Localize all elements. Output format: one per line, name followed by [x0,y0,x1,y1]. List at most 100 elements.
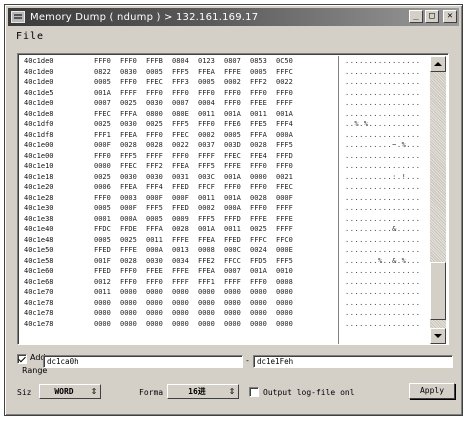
hex-word: FFE4 [250,151,267,160]
start-address-input[interactable]: dc1ca0h [43,355,243,368]
hex-word: FFF0 [146,130,163,139]
hex-word: 0012 [94,277,111,286]
size-select[interactable]: WORD ⇕ [39,384,101,399]
dump-row[interactable]: 40c1e58 001F 0028 0030 0034 FFE2 FFCC FFD5 FFF5 [20,256,336,267]
hex-word: FFF5 [146,204,163,212]
range-separator: - [246,356,249,365]
menu-file[interactable]: File [8,31,52,42]
hex-word: FFF2 [250,78,267,86]
row-address: 40c1de8 [24,109,54,118]
dump-row[interactable]: 40c1df8 FFF1 FFEA FFF0 FFEC 0002 0005 FFFA 000A [20,130,336,141]
hex-word: FFF0 [120,267,137,275]
hex-word: 0000 [198,298,215,307]
dump-row[interactable]: 40c1e00 FFF0 FFF5 FFFF FFF0 FFFF FFEC FFE4 FFFD [20,151,336,162]
hex-word: 0000 [94,162,111,170]
dump-row[interactable]: 40c1de0 0007 0025 0030 0007 0004 FFF0 FFEE FFFF [20,98,336,109]
dump-row[interactable]: 40c1e38 0001 000A 0005 0009 FFF5 FFFD FFFE FFFE [20,214,336,225]
minimize-button[interactable]: _ [409,10,423,23]
hex-word: FFFC [250,235,267,244]
hex-dump-area[interactable]: 40c1de0 FFF0 FFF0 FFFB 0804 0123 0807 0853 0C50 4… [20,56,336,344]
title-bar[interactable]: Memory Dump ( ndump ) > 132.161.169.17 _… [8,8,459,26]
hex-word: 0000 [120,298,137,307]
scroll-up-button[interactable] [430,56,446,72]
address-range-checkbox[interactable] [17,354,27,364]
hex-word: FFFD [224,214,241,223]
dump-row[interactable]: 40c1e68 0012 FFF0 FFF0 FFFF FFF1 FFFF FFF0 0008 [20,277,336,288]
dump-row[interactable]: 40c1de0 0822 0830 0005 FFF5 FFEA FFFE 0005 FFFC [20,67,336,78]
ascii-row: ................ [345,88,421,97]
dump-controls: Addr Range dc1ca0h - dc1e1Feh Siz WORD ⇕… [17,353,457,413]
hex-word: 0004 [198,99,215,107]
row-address: 40c1de0 [24,99,54,107]
dump-row[interactable]: 40c1e40 FFDC FFDE FFFA 0028 001A 0011 0025 FFFF [20,224,336,235]
dump-row[interactable]: 40c1e28 FFF0 0003 000F 000F 0011 001A 0028 000F [20,193,336,204]
dump-row[interactable]: 40c1e50 FFED FFFE 000A 0013 0008 000C 0024 000E [20,245,336,256]
format-select[interactable]: 16进 ⇕ [167,384,239,399]
hex-word: 0000 [224,288,241,296]
hex-word: FFF5 [276,256,293,265]
hex-word: 0011 [94,288,111,296]
ascii-row: ................ [345,162,421,170]
arrow-up-icon [434,62,442,66]
hex-word: 0C50 [276,57,293,65]
hex-word: 0005 [94,204,111,212]
hex-word: 001A [250,267,267,275]
end-address-input[interactable]: dc1e1Feh [253,355,453,368]
dump-row[interactable]: 40c1df0 0025 0030 0025 FFF5 FFF0 FFE6 FFE5 FFF4 [20,119,336,130]
hex-word: FFF0 [250,88,267,97]
dump-row[interactable]: 40c1e78 0000 0000 0000 0000 0000 0000 0000 0000 [20,319,336,330]
dump-row[interactable]: 40c1e60 FFED FFF0 FFEE FFFE FFEA 0007 001A 0010 [20,266,336,277]
hex-word: 0007 [172,99,189,107]
ascii-dump-area[interactable]: ........................................… [338,56,430,344]
scroll-down-button[interactable] [430,328,446,344]
hex-word: FFEE [146,267,163,275]
hex-word: 0025 [146,120,163,128]
hex-word: 0037 [198,141,215,149]
dump-row[interactable]: 40c1de8 FFEC FFFA 0800 080E 0011 001A 0011 001A [20,109,336,120]
ascii-row: ................ [345,277,421,286]
hex-word: 0000 [276,309,293,317]
hex-word: 0022 [276,78,293,86]
hex-word: FFEA [198,67,215,76]
output-log-checkbox[interactable] [249,387,259,397]
hex-word: FFF5 [172,120,189,128]
dump-row[interactable]: 40c1e48 0005 0025 0011 FFFE FFEA FFED FFFC FFC0 [20,235,336,246]
dump-row[interactable]: 40c1e18 0025 0030 0030 0031 003C 001A 0000 0021 [20,172,336,183]
hex-word: 0005 [198,78,215,86]
hex-word: FFE2 [198,256,215,265]
dump-row[interactable]: 40c1de5 001A FFFF FFF0 FFF0 FFF0 FFF0 FFF0 FFF0 [20,88,336,99]
hex-word: FFF0 [224,183,241,191]
memory-dump-view[interactable]: 40c1de0 FFF0 FFF0 FFFB 0804 0123 0807 0853 0C50 4… [17,53,449,345]
apply-button[interactable]: Apply [409,383,455,399]
dump-row[interactable]: 40c1e30 0005 000F FFF5 FFED 0002 000A FFF0 FFFF [20,203,336,214]
window-title: Memory Dump ( ndump ) > 132.161.169.17 [30,11,259,23]
dump-row[interactable]: 40c1e70 0011 0000 0000 0000 0000 0000 0000 0000 [20,287,336,298]
ascii-row: ................ [345,235,421,244]
hex-word: 0007 [94,99,111,107]
dump-row[interactable]: 40c1e10 0000 FFEC FFF2 FFEA FFF5 FFFE FFF0 FFF0 [20,161,336,172]
hex-word: FFFF [146,151,163,160]
hex-word: 0028 [250,193,267,202]
hex-word: 0000 [224,319,241,328]
vertical-scrollbar[interactable] [430,56,446,344]
scroll-thumb[interactable] [430,262,446,320]
hex-word: FFF0 [94,57,111,65]
dump-row[interactable]: 40c1de0 0005 FFF0 FFEC FFF3 0005 0002 FFF2 0022 [20,77,336,88]
dump-row[interactable]: 40c1e78 0000 0000 0000 0000 0000 0000 0000 0000 [20,308,336,319]
hex-word: FFF3 [172,78,189,86]
hex-word: 0011 [250,109,267,118]
dump-row[interactable]: 40c1e00 000F 0028 0028 0022 0037 003D 0028 FFF5 [20,140,336,151]
dump-row[interactable]: 40c1e78 0000 0000 0000 0000 0000 0000 0000 0000 [20,298,336,309]
dump-row[interactable]: 40c1e20 0006 FFEA FFF4 FFED FFCF FFF0 FFF0 FFEC [20,182,336,193]
ascii-row: ................ [345,319,421,328]
maximize-button[interactable]: □ [425,10,439,23]
dump-row[interactable]: 40c1de0 FFF0 FFF0 FFFB 0804 0123 0807 0853 0C50 [20,56,336,67]
hex-word: 0011 [224,225,241,233]
ascii-row: ................ [345,298,421,307]
hex-word: 0000 [146,288,163,296]
hex-word: 0000 [120,319,137,328]
hex-word: FFF0 [250,162,267,170]
close-button[interactable]: ✕ [443,10,457,23]
hex-word: FFF0 [172,151,189,160]
ascii-row: ................ [345,204,421,212]
